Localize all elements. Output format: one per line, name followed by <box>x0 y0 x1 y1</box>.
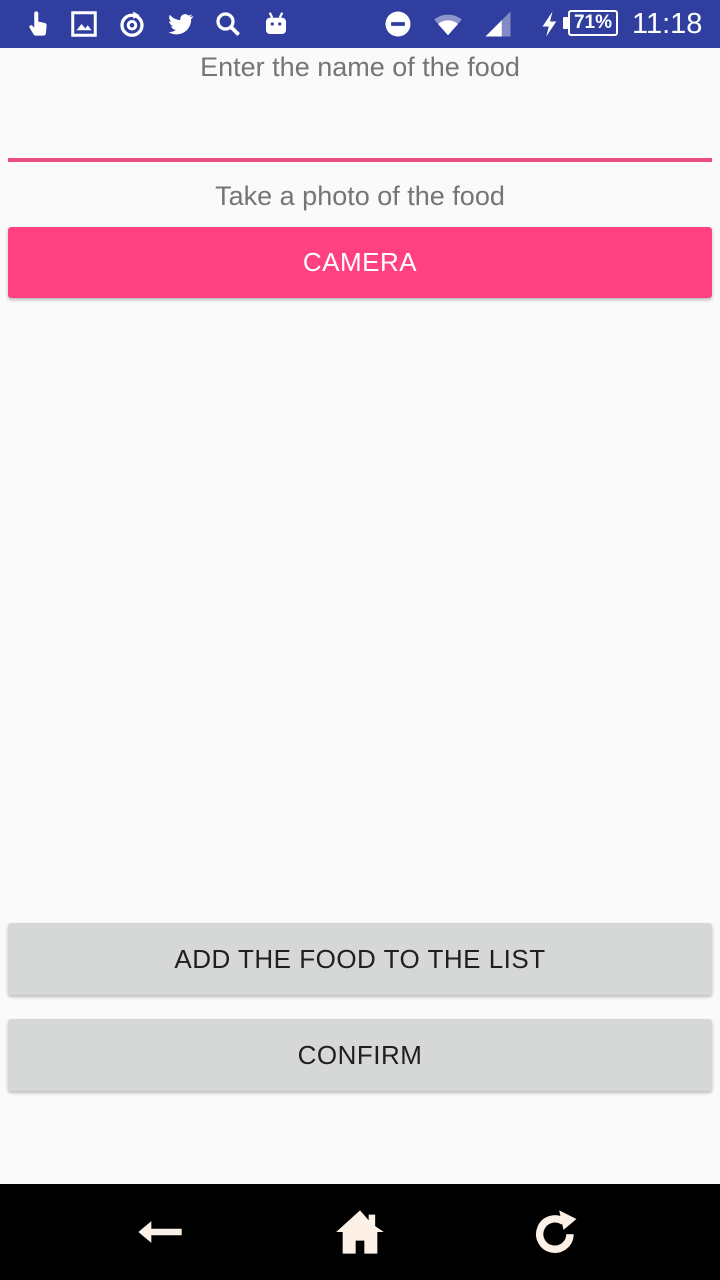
food-name-underline <box>8 158 712 162</box>
camera-button[interactable]: CAMERA <box>8 227 712 298</box>
food-name-input[interactable] <box>8 92 712 158</box>
home-icon[interactable] <box>330 1202 390 1262</box>
sync-circle-icon <box>116 8 148 40</box>
confirm-button[interactable]: CONFIRM <box>8 1019 712 1091</box>
status-bar: 71% 11:18 <box>0 0 720 48</box>
touch-icon <box>22 8 54 40</box>
image-icon <box>68 8 100 40</box>
refresh-icon[interactable] <box>527 1202 587 1262</box>
food-name-label: Enter the name of the food <box>200 52 520 82</box>
battery-level: 71% <box>568 10 618 36</box>
signal-icon <box>482 8 514 40</box>
add-food-button[interactable]: ADD THE FOOD TO THE LIST <box>8 923 712 995</box>
back-icon[interactable] <box>130 1202 190 1262</box>
photo-label: Take a photo of the food <box>215 181 505 211</box>
do-not-disturb-icon <box>382 8 414 40</box>
wifi-icon <box>432 8 464 40</box>
charging-icon <box>534 8 566 40</box>
clock: 11:18 <box>632 8 703 40</box>
android-icon <box>260 8 292 40</box>
search-icon <box>212 8 244 40</box>
navigation-bar <box>0 1184 720 1280</box>
twitter-icon <box>164 8 196 40</box>
